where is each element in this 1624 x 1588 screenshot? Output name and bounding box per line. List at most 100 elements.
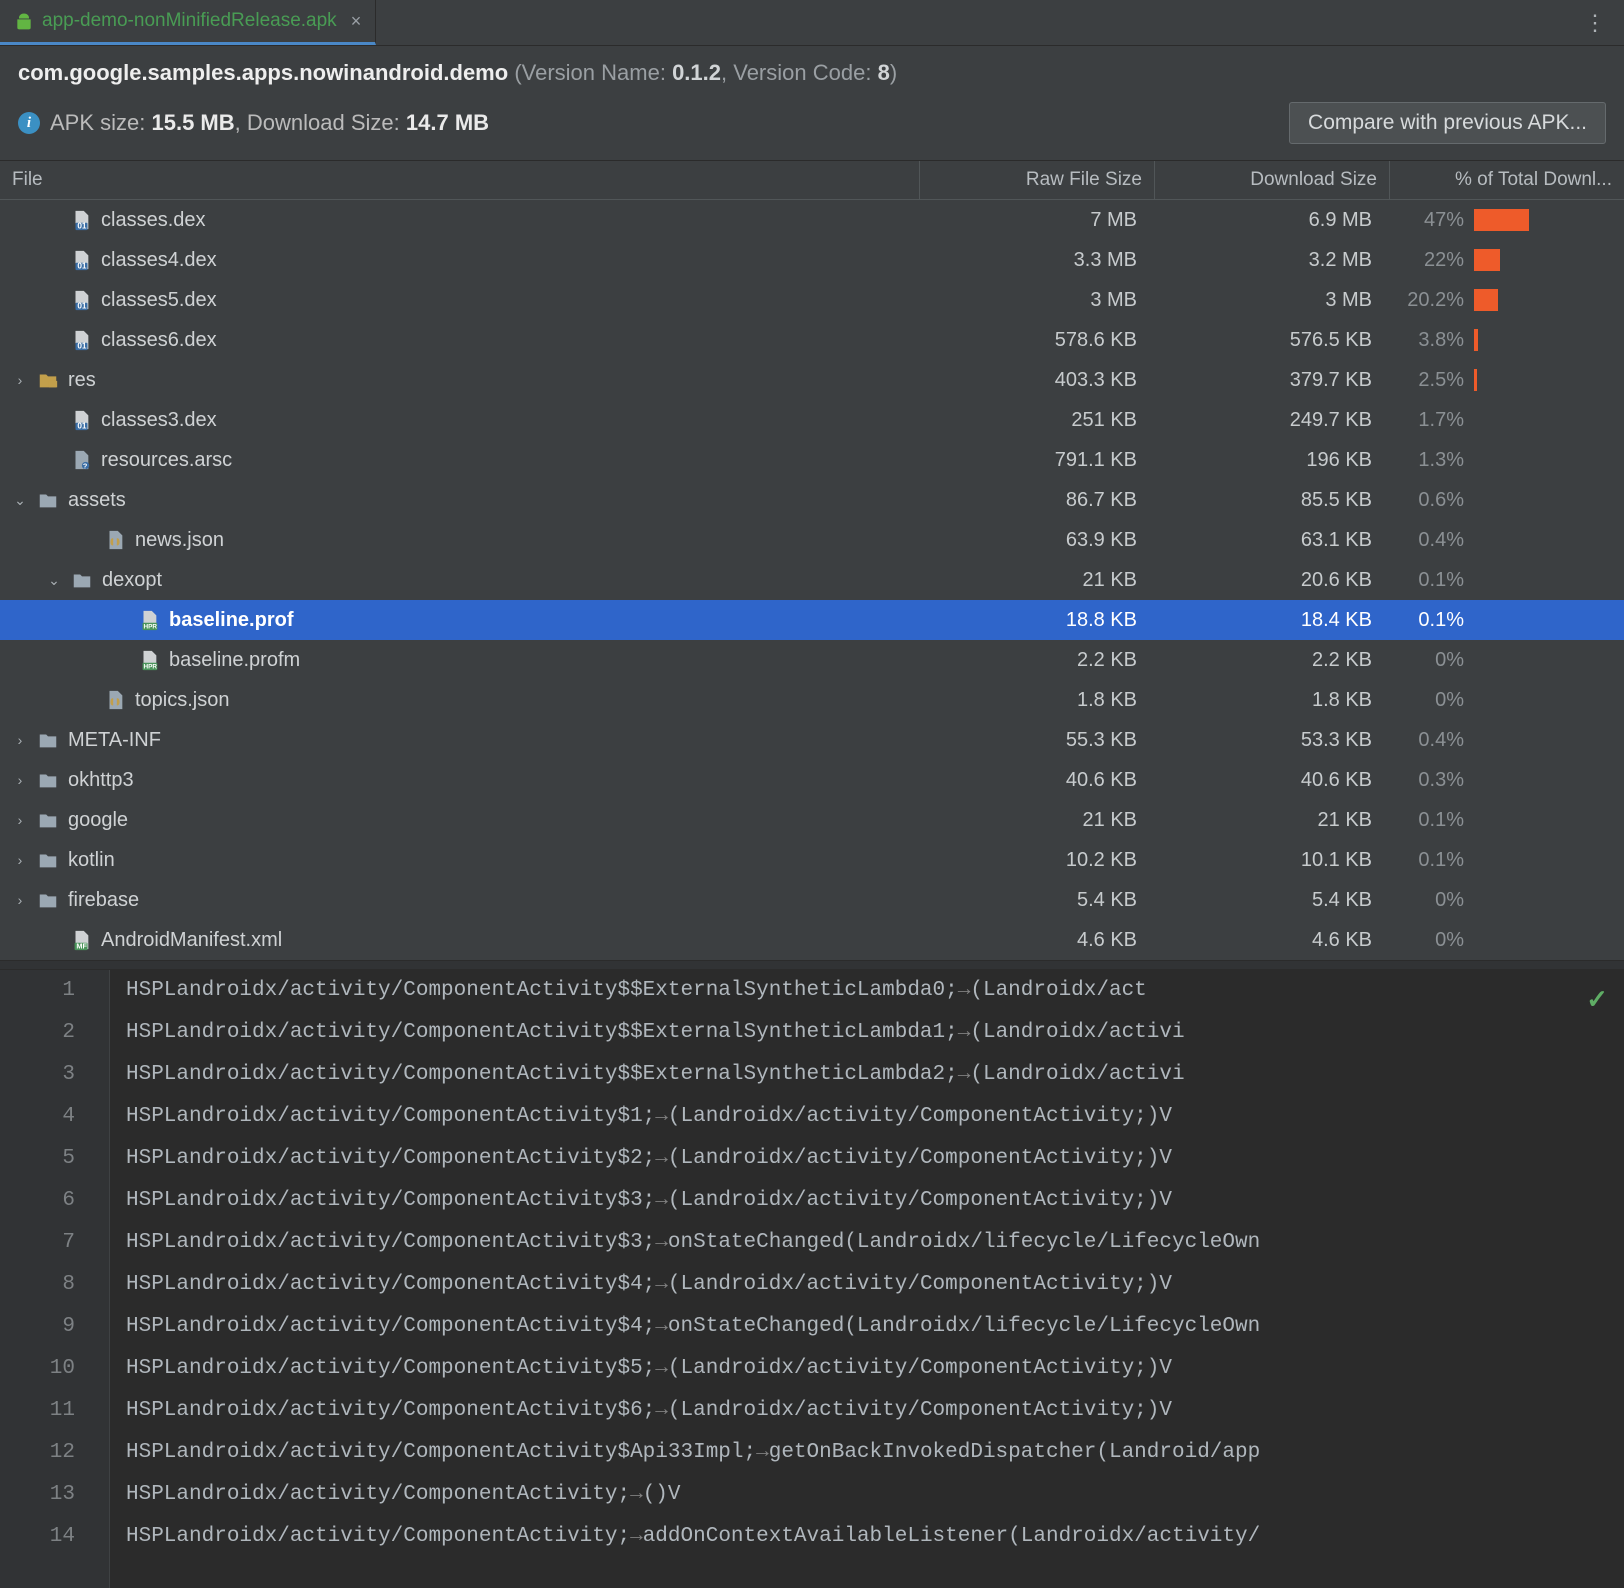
raw-size: 2.2 KB <box>920 649 1155 672</box>
chevron-right-icon[interactable]: › <box>12 732 28 748</box>
chevron-right-icon[interactable]: › <box>12 772 28 788</box>
version-code-label: Version Code: <box>733 60 871 85</box>
code-line[interactable]: HSPLandroidx/activity/ComponentActivity$… <box>126 1264 1624 1306</box>
code-line[interactable]: HSPLandroidx/activity/ComponentActivity$… <box>126 1138 1624 1180</box>
download-size: 14.7 MB <box>406 110 489 135</box>
arsc-icon: ? <box>70 449 92 471</box>
tab-bar: app-demo-nonMinifiedRelease.apk × ⋮ <box>0 0 1624 46</box>
table-row[interactable]: 01classes5.dex3 MB3 MB20.2% <box>0 280 1624 320</box>
code-line[interactable]: HSPLandroidx/activity/ComponentActivity$… <box>126 1432 1624 1474</box>
chevron-right-icon[interactable]: › <box>12 852 28 868</box>
raw-size: 21 KB <box>920 809 1155 832</box>
table-row[interactable]: ›firebase5.4 KB5.4 KB0% <box>0 880 1624 920</box>
col-raw[interactable]: Raw File Size <box>920 161 1155 199</box>
size-row: i APK size: 15.5 MB, Download Size: 14.7… <box>0 90 1624 160</box>
table-row[interactable]: ›kotlin10.2 KB10.1 KB0.1% <box>0 840 1624 880</box>
table-row[interactable]: ⌄assets86.7 KB85.5 KB0.6% <box>0 480 1624 520</box>
download-size: 53.3 KB <box>1155 729 1390 752</box>
col-pct[interactable]: % of Total Downl... <box>1390 161 1624 199</box>
code-line[interactable]: HSPLandroidx/activity/ComponentActivity$… <box>126 1390 1624 1432</box>
code-line[interactable]: HSPLandroidx/activity/ComponentActivity$… <box>126 1054 1624 1096</box>
dex-icon: 01 <box>70 289 92 311</box>
folder-res-icon <box>37 369 59 391</box>
folder-icon <box>37 849 59 871</box>
folder-icon <box>37 809 59 831</box>
table-row[interactable]: MFAndroidManifest.xml4.6 KB4.6 KB0% <box>0 920 1624 960</box>
svg-text:01: 01 <box>77 301 87 310</box>
line-number: 1 <box>0 970 75 1012</box>
download-size: 85.5 KB <box>1155 489 1390 512</box>
code-line[interactable]: HSPLandroidx/activity/ComponentActivity$… <box>126 1096 1624 1138</box>
file-name: res <box>68 369 96 392</box>
raw-size: 18.8 KB <box>920 609 1155 632</box>
download-size: 5.4 KB <box>1155 889 1390 912</box>
svg-text:01: 01 <box>77 421 87 430</box>
apk-summary: com.google.samples.apps.nowinandroid.dem… <box>0 46 1624 90</box>
table-row[interactable]: news.json63.9 KB63.1 KB0.4% <box>0 520 1624 560</box>
version-name-label: Version Name: <box>522 60 666 85</box>
info-icon[interactable]: i <box>18 112 40 134</box>
inspection-ok-icon[interactable]: ✓ <box>1586 980 1608 1022</box>
table-row[interactable]: 01classes4.dex3.3 MB3.2 MB22% <box>0 240 1624 280</box>
compare-apk-button[interactable]: Compare with previous APK... <box>1289 102 1606 144</box>
code-line[interactable]: HSPLandroidx/activity/ComponentActivity$… <box>126 1348 1624 1390</box>
line-number: 3 <box>0 1054 75 1096</box>
raw-size: 3 MB <box>920 289 1155 312</box>
col-download[interactable]: Download Size <box>1155 161 1390 199</box>
svg-text:HPR: HPR <box>144 623 158 630</box>
file-name: classes6.dex <box>101 329 217 352</box>
chevron-right-icon[interactable]: › <box>12 892 28 908</box>
table-row[interactable]: ›google21 KB21 KB0.1% <box>0 800 1624 840</box>
close-icon[interactable]: × <box>351 11 362 32</box>
splitter[interactable] <box>0 960 1624 970</box>
pct: 3.8% <box>1390 329 1474 352</box>
table-row[interactable]: ›res403.3 KB379.7 KB2.5% <box>0 360 1624 400</box>
chevron-down-icon[interactable]: ⌄ <box>12 492 28 509</box>
table-row[interactable]: HPRbaseline.profm2.2 KB2.2 KB0% <box>0 640 1624 680</box>
chevron-right-icon[interactable]: › <box>12 372 28 388</box>
code-line[interactable]: HSPLandroidx/activity/ComponentActivity;… <box>126 1474 1624 1516</box>
code-line[interactable]: HSPLandroidx/activity/ComponentActivity$… <box>126 1012 1624 1054</box>
file-name: classes4.dex <box>101 249 217 272</box>
pct: 0.3% <box>1390 769 1474 792</box>
pct-bar <box>1474 369 1477 391</box>
pct: 0.1% <box>1390 809 1474 832</box>
file-name: classes5.dex <box>101 289 217 312</box>
editor-tab[interactable]: app-demo-nonMinifiedRelease.apk × <box>0 0 376 45</box>
table-row[interactable]: ⌄dexopt21 KB20.6 KB0.1% <box>0 560 1624 600</box>
chevron-down-icon[interactable]: ⌄ <box>46 572 62 589</box>
code-line[interactable]: HSPLandroidx/activity/ComponentActivity$… <box>126 970 1624 1012</box>
download-size: 10.1 KB <box>1155 849 1390 872</box>
download-size: 3 MB <box>1155 289 1390 312</box>
chevron-right-icon[interactable]: › <box>12 812 28 828</box>
tab-overflow-icon[interactable]: ⋮ <box>1584 0 1608 45</box>
pct: 0% <box>1390 689 1474 712</box>
pct: 1.7% <box>1390 409 1474 432</box>
line-number: 13 <box>0 1474 75 1516</box>
table-row[interactable]: 01classes3.dex251 KB249.7 KB1.7% <box>0 400 1624 440</box>
download-size: 1.8 KB <box>1155 689 1390 712</box>
table-header: File Raw File Size Download Size % of To… <box>0 160 1624 200</box>
table-row[interactable]: ?resources.arsc791.1 KB196 KB1.3% <box>0 440 1624 480</box>
raw-size: 3.3 MB <box>920 249 1155 272</box>
download-size-label: Download Size: <box>247 110 400 135</box>
code-line[interactable]: HSPLandroidx/activity/ComponentActivity$… <box>126 1180 1624 1222</box>
code-line[interactable]: HSPLandroidx/activity/ComponentActivity$… <box>126 1222 1624 1264</box>
table-row[interactable]: topics.json1.8 KB1.8 KB0% <box>0 680 1624 720</box>
code-line[interactable]: HSPLandroidx/activity/ComponentActivity;… <box>126 1516 1624 1558</box>
code-line[interactable]: HSPLandroidx/activity/ComponentActivity$… <box>126 1306 1624 1348</box>
table-row[interactable]: HPRbaseline.prof18.8 KB18.4 KB0.1% <box>0 600 1624 640</box>
col-file[interactable]: File <box>0 161 920 199</box>
pct-bar <box>1474 289 1498 311</box>
folder-icon <box>71 569 93 591</box>
table-row[interactable]: ›META-INF55.3 KB53.3 KB0.4% <box>0 720 1624 760</box>
raw-size: 21 KB <box>920 569 1155 592</box>
code-lines[interactable]: HSPLandroidx/activity/ComponentActivity$… <box>110 970 1624 1588</box>
table-row[interactable]: 01classes.dex7 MB6.9 MB47% <box>0 200 1624 240</box>
table-row[interactable]: ›okhttp340.6 KB40.6 KB0.3% <box>0 760 1624 800</box>
apk-size-label: APK size: <box>50 110 145 135</box>
svg-text:01: 01 <box>77 221 87 230</box>
table-row[interactable]: 01classes6.dex578.6 KB576.5 KB3.8% <box>0 320 1624 360</box>
file-name: classes3.dex <box>101 409 217 432</box>
pct-bar-cell <box>1474 329 1624 351</box>
